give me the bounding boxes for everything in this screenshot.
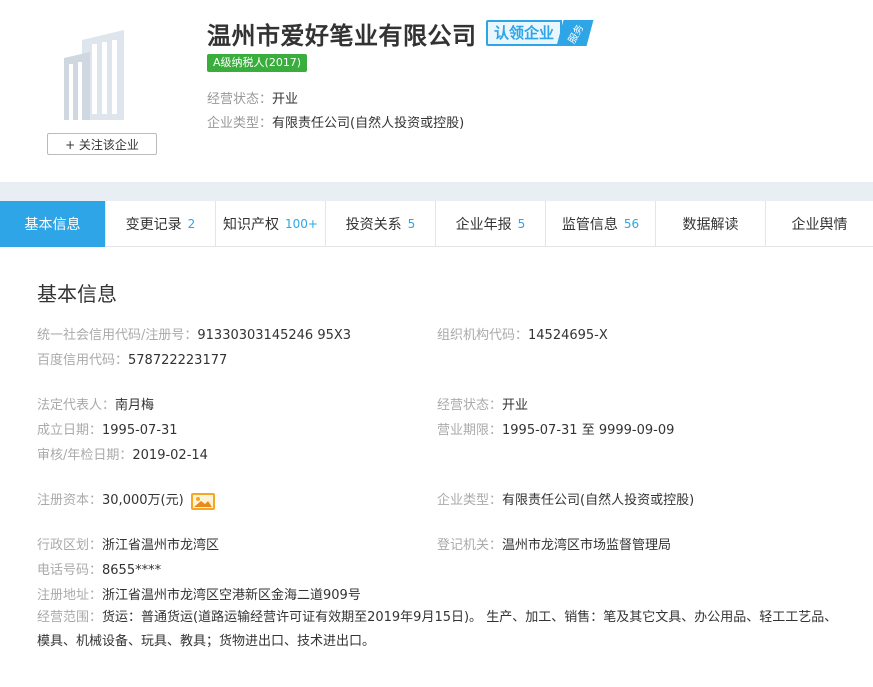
- status-label: 经营状态：: [207, 92, 273, 107]
- status-value: 开业: [272, 92, 299, 107]
- follow-company-button[interactable]: + 关注该企业: [47, 133, 157, 155]
- tab-basic-info[interactable]: 基本信息: [0, 201, 106, 247]
- type-value: 有限责任公司(自然人投资或控股): [272, 116, 465, 131]
- tax-badge: A级纳税人(2017): [207, 54, 308, 72]
- header-status-row: 经营状态：开业: [207, 88, 298, 107]
- tab-bar: 基本信息 变更记录 2 知识产权 100+ 投资关系 5 企业年报 5 监管信息 56 数…: [0, 201, 873, 247]
- established-row: 成立日期：1995-07-31: [37, 423, 178, 438]
- section-title: 基本信息: [37, 282, 117, 306]
- company-name: 温州市爱好笔业有限公司: [207, 22, 477, 50]
- building-icon: [64, 30, 124, 120]
- company-header: + 关注该企业 温州市爱好笔业有限公司 认领企业 服务 A级纳税人(2017) …: [0, 0, 873, 182]
- tab-ip[interactable]: 知识产权 100+: [216, 201, 326, 247]
- tab-investment[interactable]: 投资关系 5: [326, 201, 436, 247]
- baidu-code-row: 百度信用代码：578722223177: [37, 353, 228, 368]
- claim-badge[interactable]: 认领企业 服务: [486, 19, 594, 47]
- tab-data-analysis[interactable]: 数据解读: [656, 201, 766, 247]
- tab-change-records[interactable]: 变更记录 2: [106, 201, 216, 247]
- claim-label: 认领企业: [486, 20, 563, 46]
- type-label: 企业类型：: [207, 116, 273, 131]
- capital-row: 注册资本：30,000万(元): [37, 489, 216, 511]
- header-type-row: 企业类型：有限责任公司(自然人投资或控股): [207, 112, 464, 131]
- address-row: 注册地址：浙江省温州市龙湾区空港新区金海二道909号: [37, 588, 361, 603]
- business-scope: 经营范围：货运：普通货运(道路运输经营许可证有效期至2019年9月15日)。 生…: [37, 610, 838, 649]
- authority-row: 登记机关：温州市龙湾区市场监督管理局: [437, 538, 672, 553]
- image-icon[interactable]: [190, 491, 216, 511]
- credit-code-row: 统一社会信用代码/注册号：91330303145246 95X3: [37, 328, 352, 343]
- audit-date-row: 审核/年检日期：2019-02-14: [37, 448, 208, 463]
- org-code-row: 组织机构代码：14524695-X: [437, 328, 608, 343]
- legal-rep-row: 法定代表人：南月梅: [37, 398, 155, 413]
- tab-annual-report[interactable]: 企业年报 5: [436, 201, 546, 247]
- phone-row: 电话号码：8655****: [37, 563, 162, 578]
- divider-band: [0, 182, 873, 201]
- region-row: 行政区划：浙江省温州市龙湾区: [37, 538, 220, 553]
- status-row: 经营状态：开业: [437, 398, 529, 413]
- claim-tag: 服务: [556, 20, 594, 46]
- tab-sentiment[interactable]: 企业舆情: [766, 201, 873, 247]
- term-row: 营业期限：1995-07-31 至 9999-09-09: [437, 423, 675, 438]
- tab-supervision[interactable]: 监管信息 56: [546, 201, 656, 247]
- company-type-row: 企业类型：有限责任公司(自然人投资或控股): [437, 493, 695, 508]
